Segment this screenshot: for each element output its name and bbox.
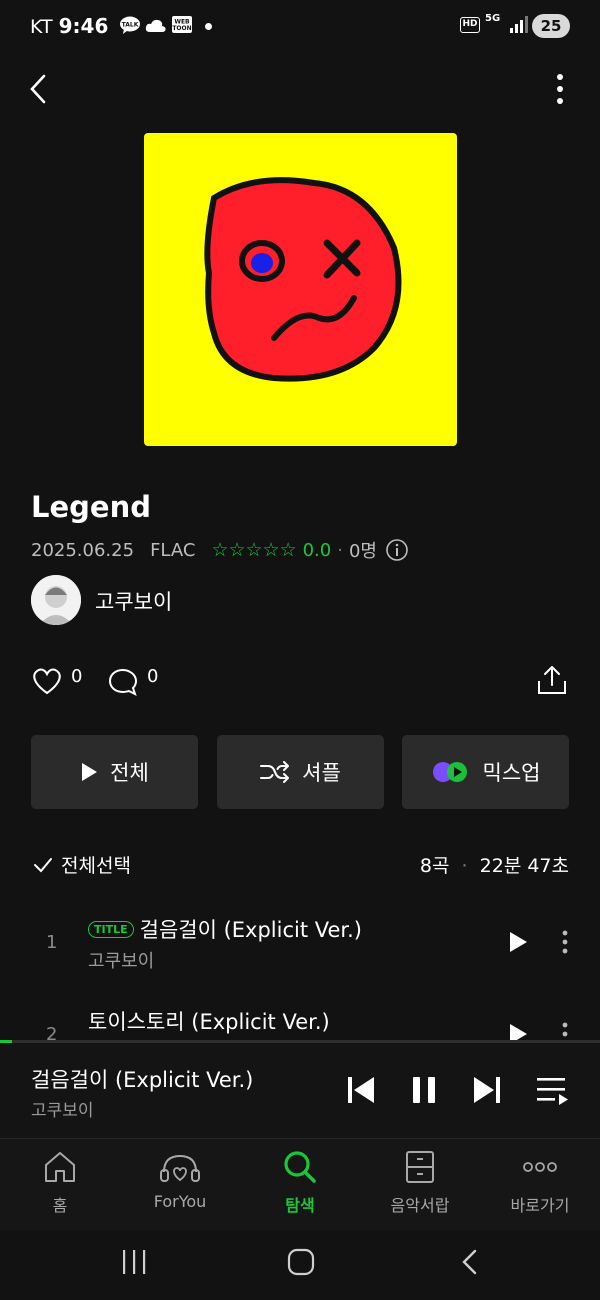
play-all-label: 전체 bbox=[110, 761, 149, 785]
status-carrier: KT 9:46 bbox=[30, 14, 109, 38]
comment-count: 0 bbox=[147, 666, 159, 687]
check-icon bbox=[34, 857, 52, 872]
recent-apps-button[interactable] bbox=[120, 1249, 148, 1275]
nav-label-drawer: 음악서랍 bbox=[390, 1196, 450, 1215]
previous-track-button[interactable] bbox=[345, 1074, 377, 1106]
now-playing-title[interactable]: 걸음걸이 (Explicit Ver.) bbox=[31, 1064, 253, 1094]
more-dots-icon bbox=[523, 1162, 557, 1172]
cloud-icon bbox=[145, 19, 166, 32]
album-title: Legend bbox=[31, 490, 151, 524]
artist-avatar[interactable] bbox=[31, 575, 81, 625]
angry-face-artwork bbox=[204, 177, 402, 382]
dot-icon bbox=[205, 23, 212, 30]
mixup-button[interactable]: 믹스업 bbox=[402, 735, 569, 809]
shuffle-label: 셔플 bbox=[302, 761, 341, 785]
more-options-button[interactable] bbox=[550, 72, 570, 108]
audio-format: FLAC bbox=[150, 539, 196, 561]
tracklist-summary: 8곡 · 22분 47초 bbox=[420, 851, 569, 878]
talk-icon: TALK bbox=[120, 16, 140, 34]
signal-icon bbox=[510, 16, 528, 33]
nav-item-search[interactable]: 탐색 bbox=[240, 1150, 360, 1216]
now-playing-artist: 고쿠보이 bbox=[31, 1101, 94, 1121]
system-back-button[interactable] bbox=[458, 1248, 482, 1276]
release-date: 2025.06.25 bbox=[31, 539, 135, 561]
nav-item-home[interactable]: 홈 bbox=[0, 1150, 120, 1216]
like-count: 0 bbox=[71, 666, 83, 687]
battery-indicator: 25 bbox=[532, 14, 570, 38]
select-all-toggle[interactable]: 전체선택 bbox=[33, 851, 131, 878]
mixup-icon bbox=[432, 762, 467, 782]
info-icon[interactable] bbox=[385, 538, 409, 562]
track-title: 토이스토리 (Explicit Ver.) bbox=[88, 1010, 330, 1034]
track-more-button[interactable] bbox=[557, 930, 573, 956]
playback-progress-track[interactable] bbox=[0, 1040, 600, 1043]
network-5g-icon: 5G bbox=[485, 13, 501, 24]
track-number: 2 bbox=[46, 1024, 58, 1040]
nav-item-shortcuts[interactable]: 바로가기 bbox=[480, 1150, 600, 1216]
album-meta: 2025.06.25 FLAC ☆☆☆☆☆ 0.0 · 0명 bbox=[31, 537, 409, 563]
track-more-button[interactable] bbox=[557, 1022, 573, 1040]
track-title: TITLE 걸음걸이 (Explicit Ver.) bbox=[88, 914, 362, 944]
total-duration: 22분 47초 bbox=[479, 855, 569, 877]
talk-icon-label: TALK bbox=[122, 22, 139, 29]
rating-count: 0명 bbox=[348, 541, 377, 562]
title-badge: TITLE bbox=[88, 921, 134, 938]
nav-label-foryou: ForYou bbox=[153, 1192, 207, 1211]
track-row[interactable]: 2 토이스토리 (Explicit Ver.) bbox=[0, 990, 600, 1040]
next-track-button[interactable] bbox=[471, 1074, 503, 1106]
track-play-button[interactable] bbox=[507, 930, 529, 954]
nav-item-foryou[interactable]: ForYou bbox=[120, 1150, 240, 1211]
foryou-icon bbox=[160, 1154, 200, 1182]
meta-separator: · bbox=[337, 539, 343, 561]
track-row[interactable]: 1 TITLE 걸음걸이 (Explicit Ver.) 고쿠보이 bbox=[0, 898, 600, 984]
search-icon bbox=[284, 1151, 316, 1183]
home-icon bbox=[45, 1152, 75, 1182]
shuffle-icon bbox=[260, 761, 290, 783]
pause-button[interactable] bbox=[408, 1074, 440, 1106]
hd-icon: HD bbox=[460, 17, 480, 33]
back-button[interactable] bbox=[26, 72, 52, 106]
playlist-button[interactable] bbox=[535, 1074, 571, 1106]
track-number: 1 bbox=[46, 932, 58, 953]
playback-progress-fill bbox=[0, 1040, 12, 1043]
nav-item-drawer[interactable]: 음악서랍 bbox=[360, 1150, 480, 1216]
heart-icon[interactable] bbox=[31, 666, 63, 696]
svg-text:TOON: TOON bbox=[172, 25, 191, 32]
album-cover bbox=[144, 133, 457, 446]
play-icon bbox=[82, 763, 98, 781]
track-count: 8곡 bbox=[419, 855, 450, 877]
status-bar: KT 9:46 TALK WEB TOON HD 5G 25 bbox=[0, 0, 600, 54]
nav-label-shortcuts: 바로가기 bbox=[510, 1196, 570, 1215]
share-icon[interactable] bbox=[535, 663, 569, 697]
drawer-icon bbox=[406, 1151, 434, 1183]
nav-label-home: 홈 bbox=[52, 1196, 68, 1215]
track-play-button[interactable] bbox=[507, 1022, 529, 1040]
track-title-text: 걸음걸이 (Explicit Ver.) bbox=[139, 918, 362, 942]
track-artist: 고쿠보이 bbox=[88, 951, 155, 972]
comment-icon[interactable] bbox=[108, 667, 138, 697]
shuffle-button[interactable]: 셔플 bbox=[217, 735, 384, 809]
webtoon-icon: WEB TOON bbox=[172, 16, 192, 33]
mixup-label: 믹스업 bbox=[482, 761, 541, 785]
summary-separator: · bbox=[461, 855, 468, 877]
rating-stars[interactable]: ☆☆☆☆☆ bbox=[211, 539, 296, 561]
status-time: 9:46 bbox=[58, 14, 109, 38]
artist-name[interactable]: 고쿠보이 bbox=[95, 586, 172, 616]
home-system-button[interactable] bbox=[287, 1248, 315, 1276]
rating-score: 0.0 bbox=[302, 539, 332, 561]
select-all-label: 전체선택 bbox=[61, 855, 131, 877]
play-all-button[interactable]: 전체 bbox=[31, 735, 198, 809]
nav-label-search: 탐색 bbox=[285, 1196, 315, 1215]
